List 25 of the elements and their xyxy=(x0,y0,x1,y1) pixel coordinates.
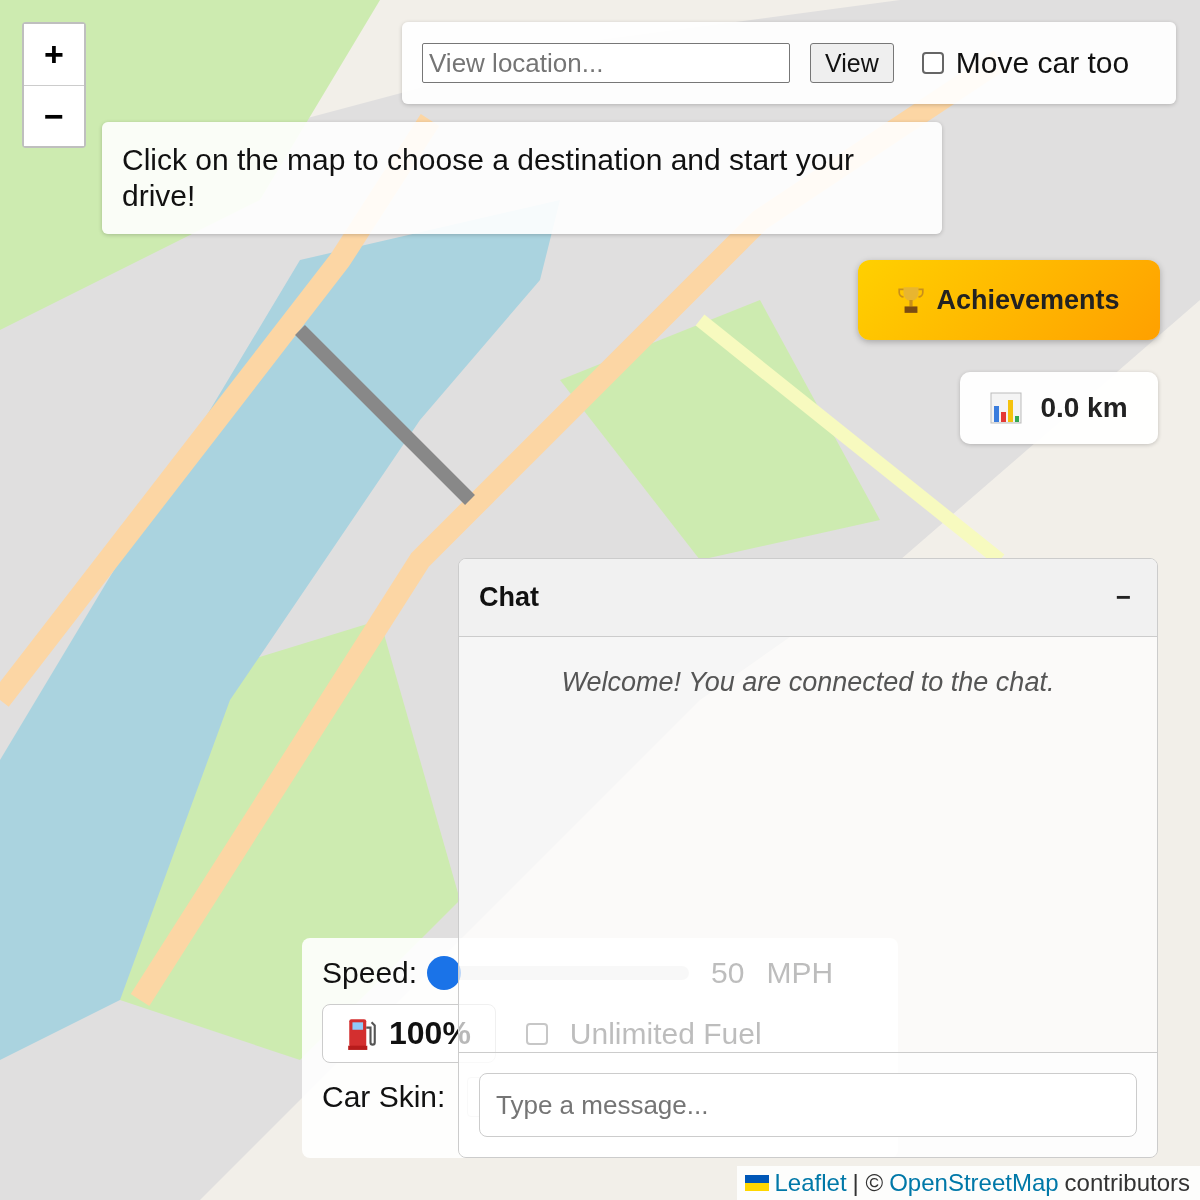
message-input[interactable]: Type a message... xyxy=(479,1073,1137,1137)
speed-unit: MPH xyxy=(766,956,834,990)
bar-chart-icon xyxy=(990,392,1023,424)
view-button[interactable]: View xyxy=(810,43,894,83)
instruction-message: Click on the map to choose a destination and start your drive! xyxy=(102,122,942,234)
zoom-out-button[interactable]: − xyxy=(24,85,84,146)
unlimited-fuel-label: Unlimited Fuel xyxy=(569,1016,762,1051)
speed-label: Speed: xyxy=(322,956,418,990)
achievements-button[interactable]: Achievements xyxy=(858,260,1160,340)
chat-title: Chat xyxy=(479,582,539,613)
attribution-text: contributors xyxy=(1064,1169,1190,1197)
move-car-checkbox[interactable] xyxy=(921,52,944,74)
move-car-label: Move car too xyxy=(955,46,1130,80)
leaflet-link[interactable]: Leaflet xyxy=(774,1169,847,1197)
car-skin-label: Car Skin: xyxy=(322,1080,446,1114)
system-message: Welcome! You are connected to the chat. xyxy=(560,667,1056,698)
speed-value: 50 xyxy=(711,956,745,990)
attribution-separator: | © xyxy=(852,1169,884,1197)
openstreetmap-link[interactable]: OpenStreetMap xyxy=(889,1169,1059,1197)
distance-value: 0.0 km xyxy=(1040,392,1128,424)
trophy-icon xyxy=(898,285,925,315)
flag-icon xyxy=(744,1175,769,1191)
location-input[interactable]: View location... xyxy=(422,43,790,83)
fuel-pump-icon xyxy=(347,1016,377,1051)
minimize-button[interactable]: − xyxy=(1109,582,1137,613)
